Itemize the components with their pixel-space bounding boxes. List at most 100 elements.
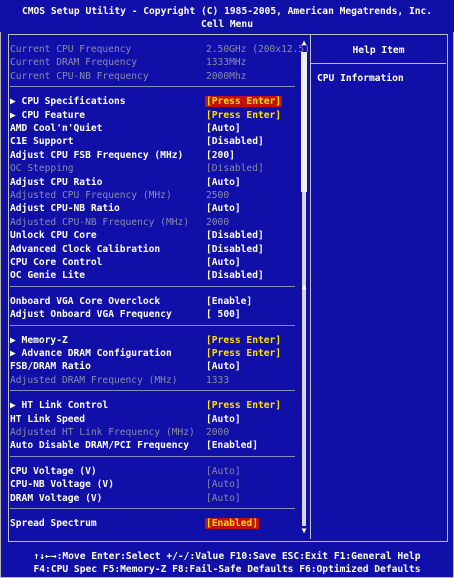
setting-value: 2000Mhz [206, 70, 247, 82]
setting-row[interactable]: ▶ HT Link Control [Press Enter] [10, 400, 298, 413]
title-bar: CMOS Setup Utility - Copyright (C) 1985-… [0, 0, 454, 32]
setting-value[interactable]: [Press Enter] [206, 400, 281, 411]
setting-value[interactable]: [Auto] [206, 361, 241, 372]
group-divider [10, 324, 295, 326]
scroll-down-icon[interactable]: ▼ [299, 526, 309, 536]
setting-value[interactable]: [Press Enter] [206, 348, 281, 359]
setting-value: 2.50GHz (200x12.5) [206, 44, 310, 55]
setting-value[interactable]: [Disabled] [206, 136, 264, 147]
setting-label: ▶ HT Link Control [10, 400, 109, 412]
setting-row: Adjusted DRAM Frequency (MHz) 1333 [10, 375, 298, 388]
setting-label: Adjusted DRAM Frequency (MHz) [10, 374, 178, 386]
setting-value[interactable]: [Enabled] [205, 518, 259, 529]
scrollbar[interactable]: ▲ ▲ ▼ [299, 38, 309, 538]
setting-row: Adjusted HT Link Frequency (MHz) 2000 [10, 427, 298, 440]
setting-label: Onboard VGA Core Overclock [10, 295, 161, 307]
setting-value[interactable]: [Disabled] [206, 230, 264, 241]
setting-row[interactable]: Adjust CPU FSB Frequency (MHz) [200] [10, 150, 298, 163]
setting-row[interactable]: Auto Disable DRAM/PCI Frequency [Enabled] [10, 440, 298, 453]
setting-row[interactable]: DRAM Voltage (V) [Auto] [10, 493, 298, 506]
setting-row[interactable]: HT Link Speed [Auto] [10, 414, 298, 427]
setting-value[interactable]: [Auto] [206, 466, 241, 477]
setting-value[interactable]: [200] [206, 150, 235, 161]
setting-value[interactable]: [Auto] [206, 123, 241, 134]
setting-row: Current DRAM Frequency 1333MHz [10, 57, 298, 70]
setting-row: Current CPU Frequency 2.50GHz (200x12.5) [10, 44, 310, 57]
help-text: CPU Information [317, 73, 404, 84]
menu-title: Cell Menu [201, 19, 253, 30]
setting-label: ▶ CPU Specifications [10, 96, 126, 108]
setting-label: DRAM Voltage (V) [10, 492, 103, 504]
setting-row[interactable]: CPU Voltage (V) [Auto] [10, 466, 298, 479]
setting-label: Adjusted HT Link Frequency (MHz) [10, 427, 195, 438]
setting-value: 2500 [206, 190, 230, 201]
setting-label: CPU Voltage (V) [10, 465, 97, 477]
setting-value[interactable]: [Auto] [206, 203, 241, 214]
setting-value[interactable]: [Auto] [206, 257, 241, 268]
setting-row[interactable]: ▶ Memory-Z [Press Enter] [10, 335, 298, 348]
setting-row[interactable]: Unlock CPU Core [Disabled] [10, 230, 298, 243]
scroll-thumb[interactable] [301, 52, 307, 192]
group-divider [10, 390, 295, 392]
setting-label: Current CPU-NB Frequency [10, 70, 149, 82]
scroll-up-icon[interactable]: ▲ [299, 38, 309, 48]
group-divider [10, 455, 295, 457]
help-title: Help Item [352, 45, 405, 56]
setting-value[interactable]: [Enabled] [206, 440, 258, 451]
setting-row[interactable]: CPU Core Control [Auto] [10, 257, 298, 270]
setting-row: Current CPU-NB Frequency 2000Mhz [10, 71, 298, 84]
setting-label: CPU Core Control [10, 257, 103, 268]
setting-value[interactable]: [Disabled] [206, 270, 264, 281]
setting-label: AMD Cool'n'Quiet [10, 123, 103, 134]
setting-label: C1E Support [10, 136, 74, 148]
setting-row[interactable]: ▶ CPU Feature [Press Enter] [10, 110, 298, 123]
group-divider [10, 285, 295, 287]
footer-line-1: ↑↓←→:Move Enter:Select +/-/:Value F10:Sa… [33, 551, 421, 562]
setting-row[interactable]: Adjust CPU-NB Ratio [Auto] [10, 203, 298, 216]
setting-row[interactable]: Adjust Onboard VGA Frequency [ 500] [10, 309, 298, 322]
setting-value[interactable]: [Press Enter] [206, 335, 281, 346]
setting-value[interactable]: [Press Enter] [206, 110, 281, 121]
setting-row: OC Stepping [Disabled] [10, 163, 298, 176]
setting-value[interactable]: [Auto] [206, 177, 241, 188]
setting-label: OC Genie Lite [10, 270, 86, 282]
setting-label: Current DRAM Frequency [10, 57, 138, 69]
setting-row[interactable]: C1E Support [Disabled] [10, 136, 298, 149]
setting-label: Adjust Onboard VGA Frequency [10, 309, 172, 321]
setting-label: Unlock CPU Core [10, 230, 97, 242]
setting-row[interactable]: ▶ Advance DRAM Configuration [Press Enter… [10, 348, 298, 361]
setting-label: Adjust CPU FSB Frequency (MHz) [10, 149, 184, 161]
setting-value[interactable]: [Press Enter] [205, 96, 283, 108]
setting-row: Adjusted CPU Frequency (MHz) 2500 [10, 190, 298, 203]
setting-row[interactable]: CPU-NB Voltage (V) [Auto] [10, 479, 298, 492]
setting-row[interactable]: Advanced Clock Calibration [Disabled] [10, 244, 298, 257]
group-divider [10, 508, 295, 509]
setting-value[interactable]: [Auto] [206, 414, 241, 425]
setting-row[interactable]: ▶ CPU Specifications [Press Enter] [10, 96, 298, 109]
setting-value[interactable]: [Disabled] [206, 244, 264, 255]
setting-label: ▶ Advance DRAM Configuration [10, 348, 172, 359]
setting-row[interactable]: AMD Cool'n'Quiet [Auto] [10, 123, 298, 136]
setting-label: Adjusted CPU Frequency (MHz) [10, 190, 172, 201]
setting-row[interactable]: Onboard VGA Core Overclock [Enable] [10, 296, 298, 309]
setting-label: OC Stepping [10, 163, 74, 175]
setting-row[interactable]: Adjust CPU Ratio [Auto] [10, 177, 298, 190]
setting-row[interactable]: OC Genie Lite [Disabled] [10, 270, 298, 283]
footer-keys: ↑↓←→:Move Enter:Select +/-/:Value F10:Sa… [0, 545, 454, 577]
scroll-mid-up-icon[interactable]: ▲ [299, 282, 309, 292]
footer-line-2: F4:CPU Spec F5:Memory-Z F8:Fail-Safe Def… [33, 564, 421, 575]
help-divider [311, 63, 446, 64]
setting-value: 2000 [206, 216, 230, 228]
setting-row[interactable]: FSB/DRAM Ratio [Auto] [10, 361, 298, 374]
setting-value[interactable]: [ 500] [206, 309, 241, 320]
setting-label: Adjust CPU-NB Ratio [10, 203, 120, 215]
setting-label: Current CPU Frequency [10, 44, 132, 55]
setting-value[interactable]: [Enable] [206, 296, 252, 307]
setting-value[interactable]: [Auto] [206, 479, 241, 490]
setting-value[interactable]: [Auto] [206, 493, 241, 504]
setting-label: ▶ CPU Feature [10, 109, 86, 121]
setting-label: HT Link Speed [10, 413, 86, 425]
setting-value: 1333 [206, 374, 230, 386]
setting-label: Advanced Clock Calibration [10, 243, 161, 255]
setting-row[interactable]: Spread Spectrum [Enabled] [10, 518, 298, 531]
